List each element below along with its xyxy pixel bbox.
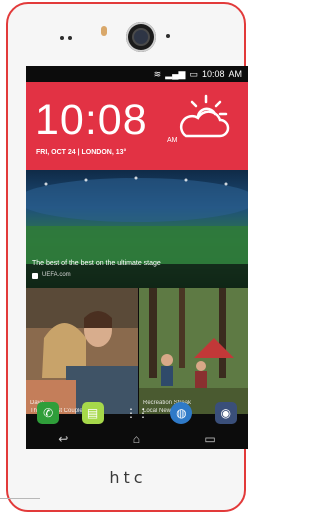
sensor-dot: [166, 34, 170, 38]
battery-icon: ▭: [189, 68, 198, 79]
speaker-dot-left: [60, 36, 64, 40]
clock-date-location: FRI, OCT 24 | LONDON, 13°: [36, 149, 127, 156]
news-headline: The best of the best on the ultimate sta…: [32, 260, 161, 267]
status-time: 10:08: [201, 69, 225, 79]
status-ampm: AM: [228, 69, 243, 79]
front-camera-icon: [126, 22, 156, 52]
news-source: UEFA.com: [42, 272, 71, 278]
camera-lens: [134, 30, 148, 44]
stadium-photo: [26, 176, 248, 288]
messages-icon[interactable]: ▤: [81, 401, 104, 424]
signal-icon: ▂▄▆: [165, 68, 186, 79]
clock-widget[interactable]: 10:08 AM FRI, OCT 24 | LONDON, 13°: [26, 82, 248, 170]
camera-app-icon[interactable]: ◉: [214, 401, 237, 424]
brand-logo: htc: [109, 468, 147, 487]
recent-apps-icon[interactable]: ▭: [204, 432, 215, 446]
phone-icon[interactable]: ✆: [37, 401, 60, 424]
clock-time: 10:08: [35, 96, 148, 144]
weather-icon: [179, 94, 230, 138]
divider-line: [0, 498, 40, 499]
screen: ≋ ▂▄▆ ▭ 10:08 AM 10:08 AM FRI, OCT 24 | …: [26, 66, 248, 429]
source-icon: [32, 273, 38, 279]
app-dock: ✆ ▤ ⋮⋮ ◍ ◉: [26, 396, 248, 429]
back-icon[interactable]: ↩: [58, 432, 68, 446]
status-bar: ≋ ▂▄▆ ▭ 10:08 AM: [26, 66, 248, 82]
news-feed-card[interactable]: The best of the best on the ultimate sta…: [26, 170, 248, 288]
wifi-icon: ≋: [153, 68, 162, 79]
browser-icon[interactable]: ◍: [170, 401, 193, 424]
home-icon[interactable]: ⌂: [133, 432, 140, 446]
navigation-bar: ↩ ⌂ ▭: [26, 429, 248, 449]
phone-frame: ≋ ▂▄▆ ▭ 10:08 AM 10:08 AM FRI, OCT 24 | …: [6, 2, 248, 512]
all-apps-icon[interactable]: ⋮⋮: [125, 402, 149, 424]
speaker-dot-right: [68, 36, 72, 40]
flash-icon: [101, 26, 107, 36]
